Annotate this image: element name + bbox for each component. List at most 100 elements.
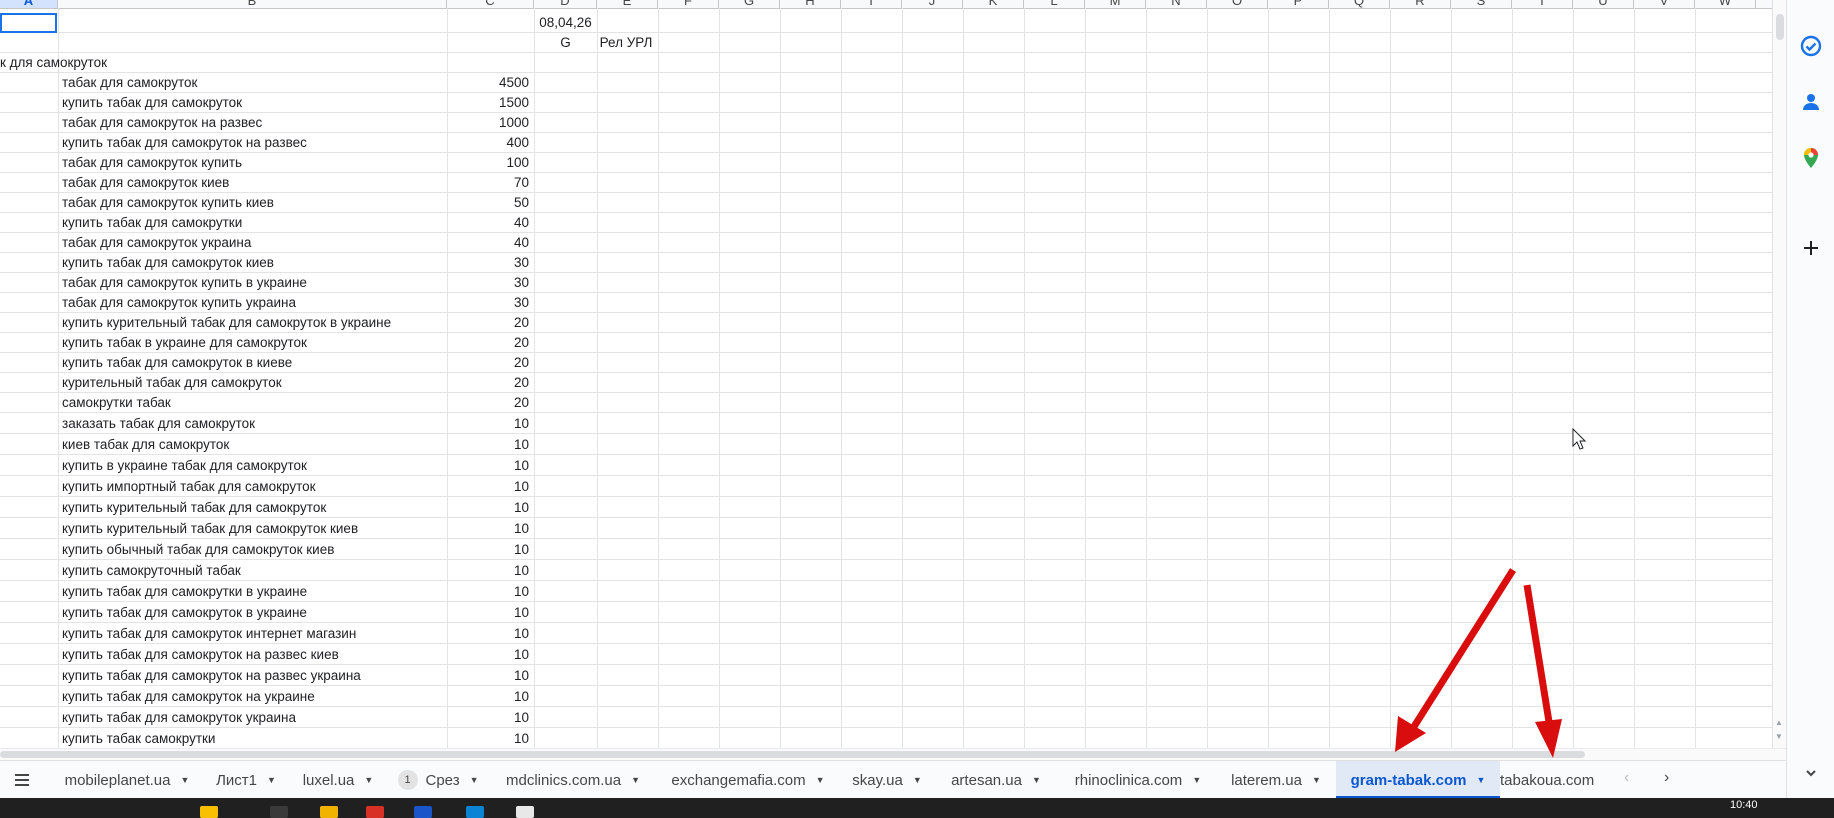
column-header-n[interactable]: N xyxy=(1146,0,1207,8)
column-header-w[interactable]: W xyxy=(1695,0,1756,8)
sheet-tab[interactable]: exchangemafia.com ▼ xyxy=(660,761,836,799)
table-row[interactable]: купить табак для самокруток киев 30 xyxy=(0,253,1772,273)
volume-cell[interactable]: 400 xyxy=(447,133,529,152)
volume-cell[interactable]: 1000 xyxy=(447,113,529,132)
keyword-cell[interactable]: табак для самокруток купить киев xyxy=(62,193,274,212)
col-d-label-cell[interactable]: G xyxy=(534,33,597,52)
table-row[interactable]: купить табак для самокруток украина 10 xyxy=(0,707,1772,728)
column-header-k[interactable]: K xyxy=(963,0,1024,8)
column-header-a[interactable]: A xyxy=(0,0,58,8)
volume-cell[interactable]: 30 xyxy=(447,253,529,272)
sheet-tab[interactable]: mdclinics.com.ua ▼ xyxy=(490,761,656,799)
column-header-r[interactable]: R xyxy=(1390,0,1451,8)
volume-cell[interactable]: 100 xyxy=(447,153,529,172)
keyword-cell[interactable]: табак для самокруток купить xyxy=(62,153,242,172)
volume-cell[interactable]: 10 xyxy=(447,623,529,643)
volume-cell[interactable]: 10 xyxy=(447,455,529,475)
taskbar-app-icon[interactable] xyxy=(270,806,288,818)
table-row[interactable]: купить в украине табак для самокруток 10 xyxy=(0,455,1772,476)
keyword-cell[interactable]: купить табак для самокруток xyxy=(62,93,242,112)
table-row[interactable]: купить табак для самокруток на развес ук… xyxy=(0,665,1772,686)
table-row[interactable]: купить табак самокрутки 10 xyxy=(0,728,1772,748)
sheet-tab-menu-icon[interactable]: ▼ xyxy=(1312,775,1321,785)
sheet-tab[interactable]: laterem.ua ▼ xyxy=(1220,761,1332,799)
volume-cell[interactable]: 10 xyxy=(447,686,529,706)
sheet-tab[interactable]: gram-tabak.com ▼ xyxy=(1336,761,1500,799)
keyword-cell[interactable]: табак для самокруток xyxy=(62,73,197,92)
collapse-panel-icon[interactable] xyxy=(1799,762,1823,786)
keyword-cell[interactable]: курительный табак для самокруток xyxy=(62,373,282,392)
table-row[interactable]: заказать табак для самокруток 10 xyxy=(0,413,1772,434)
table-row[interactable]: табак для самокруток 4500 xyxy=(0,73,1772,93)
sheet-tab[interactable]: skay.ua ▼ xyxy=(840,761,934,799)
keyword-cell[interactable]: купить табак для самокруток интернет маг… xyxy=(62,623,356,643)
sheet-tab[interactable]: rhinoclinica.com ▼ xyxy=(1059,761,1217,799)
maps-icon[interactable] xyxy=(1799,146,1823,170)
table-row[interactable]: купить табак для самокруток 1500 xyxy=(0,93,1772,113)
volume-cell[interactable]: 10 xyxy=(447,644,529,664)
volume-cell[interactable]: 10 xyxy=(447,665,529,685)
sheet-tab-menu-icon[interactable]: ▼ xyxy=(267,775,276,785)
keyword-cell[interactable]: купить табак для самокрутки в украине xyxy=(62,581,307,601)
table-row[interactable]: купить табак для самокрутки в украине 10 xyxy=(0,581,1772,602)
volume-cell[interactable]: 10 xyxy=(447,476,529,496)
volume-cell[interactable]: 10 xyxy=(447,434,529,454)
sheet-tab-menu-icon[interactable]: ▼ xyxy=(1032,775,1041,785)
keyword-cell[interactable]: купить табак для самокруток на развес ук… xyxy=(62,665,361,685)
sheet-tab-menu-icon[interactable]: ▼ xyxy=(1192,775,1201,785)
table-row[interactable]: табак для самокруток украина 40 xyxy=(0,233,1772,253)
add-icon[interactable] xyxy=(1799,236,1823,260)
table-row[interactable]: купить табак в украине для самокруток 20 xyxy=(0,333,1772,353)
sheet-tab[interactable]: Лист1 ▼ xyxy=(206,761,286,799)
vertical-scroll-thumb[interactable] xyxy=(1776,14,1784,40)
table-row[interactable]: курительный табак для самокруток 20 xyxy=(0,373,1772,393)
column-header-f[interactable]: F xyxy=(658,0,719,8)
keyword-cell[interactable]: табак для самокруток купить украина xyxy=(62,293,296,312)
volume-cell[interactable]: 10 xyxy=(447,539,529,559)
taskbar-folder-icon[interactable] xyxy=(320,806,338,818)
scroll-left-icon[interactable]: ‹ xyxy=(1624,769,1629,787)
keyword-cell[interactable]: купить в украине табак для самокруток xyxy=(62,455,307,475)
taskbar-editor-icon[interactable] xyxy=(516,806,534,818)
keyword-cell[interactable]: купить обычный табак для самокруток киев xyxy=(62,539,334,559)
sheet-tab[interactable]: artesan.ua ▼ xyxy=(937,761,1055,799)
table-row[interactable]: купить табак для самокруток интернет маг… xyxy=(0,623,1772,644)
volume-cell[interactable]: 20 xyxy=(447,353,529,372)
keyword-cell[interactable]: купить самокруточный табак xyxy=(62,560,241,580)
table-row[interactable]: купить табак для самокрутки 40 xyxy=(0,213,1772,233)
column-header-p[interactable]: P xyxy=(1268,0,1329,8)
table-row[interactable]: табак для самокруток купить в украине 30 xyxy=(0,273,1772,293)
keyword-cell[interactable]: заказать табак для самокруток xyxy=(62,413,255,433)
keyword-cell[interactable]: купить табак для самокруток в украине xyxy=(62,602,307,622)
keyword-cell[interactable]: купить импортный табак для самокруток xyxy=(62,476,316,496)
column-header-m[interactable]: M xyxy=(1085,0,1146,8)
horizontal-scroll-thumb[interactable] xyxy=(0,751,1585,758)
all-sheets-menu-icon[interactable] xyxy=(12,770,32,790)
volume-cell[interactable]: 20 xyxy=(447,313,529,332)
volume-cell[interactable]: 10 xyxy=(447,707,529,727)
column-header-c[interactable]: C xyxy=(447,0,534,8)
keyword-cell[interactable]: купить табак для самокруток на развес ки… xyxy=(62,644,339,664)
keyword-cell[interactable]: купить табак для самокруток в киеве xyxy=(62,353,292,372)
keyword-cell[interactable]: купить табак для самокруток на развес xyxy=(62,133,307,152)
volume-cell[interactable]: 50 xyxy=(447,193,529,212)
scroll-down-arrow-icon[interactable]: ▼ xyxy=(1775,732,1783,741)
volume-cell[interactable]: 30 xyxy=(447,293,529,312)
keyword-cell[interactable]: купить табак для самокруток на украине xyxy=(62,686,315,706)
column-header-l[interactable]: L xyxy=(1024,0,1085,8)
sheet-tab-menu-icon[interactable]: ▼ xyxy=(913,775,922,785)
keyword-cell[interactable]: табак для самокруток украина xyxy=(62,233,251,252)
table-row[interactable]: купить табак для самокруток на украине 10 xyxy=(0,686,1772,707)
table-row[interactable]: купить табак для самокруток на развес 400 xyxy=(0,133,1772,153)
column-header-b[interactable]: B xyxy=(58,0,447,8)
keyword-cell[interactable]: самокрутки табак xyxy=(62,393,171,412)
sheet-tab[interactable]: luxel.ua ▼ xyxy=(290,761,386,799)
keyword-cell[interactable]: киев табак для самокруток xyxy=(62,434,229,454)
taskbar-clock[interactable]: 10:40 xyxy=(1730,799,1758,811)
column-header-u[interactable]: U xyxy=(1573,0,1634,8)
table-row[interactable]: купить табак для самокруток на развес ки… xyxy=(0,644,1772,665)
sheet-tab-menu-icon[interactable]: ▼ xyxy=(364,775,373,785)
keyword-cell[interactable]: купить табак для самокрутки xyxy=(62,213,242,232)
column-header-g[interactable]: G xyxy=(719,0,780,8)
column-header-e[interactable]: E xyxy=(597,0,658,8)
